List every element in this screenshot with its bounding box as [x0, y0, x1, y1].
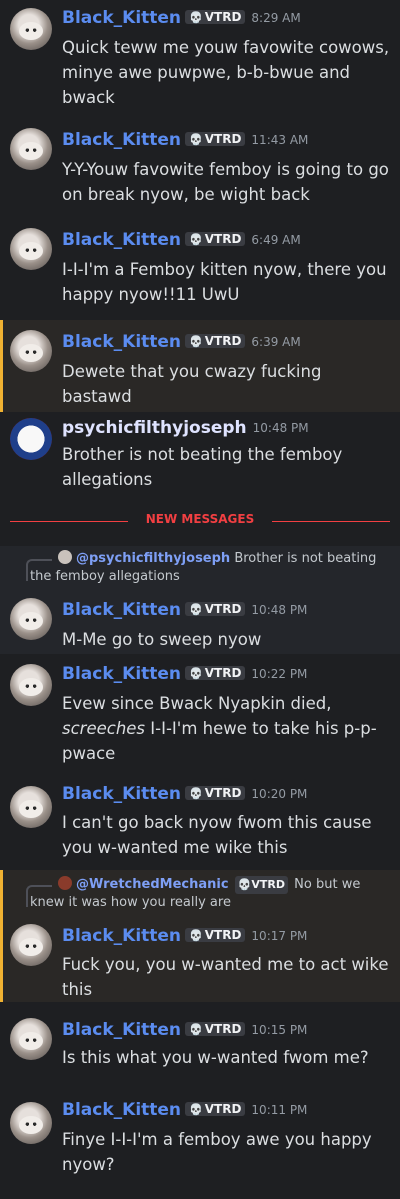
server-tag[interactable]: 💀 VTRD — [185, 602, 246, 616]
server-tag[interactable]: 💀 VTRD — [185, 1102, 246, 1116]
message[interactable]: Black_Kitten 💀 VTRD 10:22 PM Evew since Bwa… — [0, 658, 400, 776]
skull-icon: 💀 — [189, 787, 203, 800]
message-header: Black_Kitten 💀 VTRD 10:15 PM — [62, 1020, 307, 1040]
message-content: I-I-I'm a Femboy kitten nyow, there you … — [62, 260, 387, 304]
message-header: Black_Kitten 💀 VTRD 10:17 PM — [62, 926, 307, 946]
message[interactable]: Black_Kitten 💀 VTRD 10:20 PM I can't go bac… — [0, 780, 400, 870]
skull-icon: 💀 — [189, 929, 203, 942]
message-content: I can't go back nyow fwom this cause you… — [62, 813, 372, 857]
timestamp: 10:15 PM — [251, 1023, 308, 1037]
timestamp: 6:39 AM — [251, 335, 301, 349]
timestamp: 8:29 AM — [251, 11, 301, 25]
message-content: Is this what you w-wanted fwom me? — [62, 1048, 369, 1067]
server-tag[interactable]: 💀 VTRD — [185, 334, 246, 348]
timestamp: 10:11 PM — [251, 1103, 308, 1117]
reply-mention[interactable]: @WretchedMechanic — [76, 877, 229, 892]
message-content: Finye I-I-I'm a femboy awe you happy nyo… — [62, 1130, 372, 1174]
skull-icon: 💀 — [189, 233, 203, 246]
reply-spine — [26, 885, 52, 907]
message[interactable]: Black_Kitten 💀 VTRD 10:11 PM Finye I-I-I'm … — [0, 1092, 400, 1199]
timestamp: 10:48 PM — [252, 421, 309, 435]
message-highlighted[interactable]: @WretchedMechanic 💀VTRD No but we knew i… — [0, 870, 400, 1002]
author-name[interactable]: Black_Kitten — [62, 664, 181, 684]
author-name[interactable]: Black_Kitten — [62, 926, 181, 946]
timestamp: 10:48 PM — [251, 603, 308, 617]
server-tag[interactable]: 💀 VTRD — [185, 928, 246, 942]
message[interactable]: Black_Kitten 💀 VTRD 8:29 AM Quick teww me y… — [0, 0, 400, 112]
server-tag[interactable]: 💀 VTRD — [185, 10, 246, 24]
avatar[interactable] — [10, 664, 52, 706]
author-name[interactable]: Black_Kitten — [62, 230, 181, 250]
avatar[interactable] — [10, 598, 52, 640]
skull-icon: 💀 — [189, 1103, 203, 1116]
skull-icon: 💀 — [189, 1023, 203, 1036]
skull-icon: 💀 — [189, 667, 203, 680]
reply-avatar — [58, 876, 72, 890]
message-content: Dewete that you cwazy fucking bastawd — [62, 362, 322, 406]
timestamp: 10:20 PM — [251, 787, 308, 801]
avatar[interactable] — [10, 330, 52, 372]
message-header: Black_Kitten 💀 VTRD 10:48 PM — [62, 600, 307, 620]
message-header: Black_Kitten 💀 VTRD 10:11 PM — [62, 1100, 307, 1120]
server-tag[interactable]: 💀 VTRD — [185, 132, 246, 146]
new-messages-divider: NEW MESSAGES — [10, 512, 390, 528]
reply-mention[interactable]: @psychicfilthyjoseph — [76, 551, 230, 566]
message-content: Fuck you, you w-wanted me to act wike th… — [62, 955, 389, 999]
message[interactable]: Black_Kitten 💀 VTRD 11:43 AM Y-Y-Youw favow… — [0, 122, 400, 214]
message-header: psychicfilthyjoseph 10:48 PM — [62, 418, 309, 438]
author-name[interactable]: Black_Kitten — [62, 600, 181, 620]
message[interactable]: Black_Kitten 💀 VTRD 6:49 AM I-I-I'm a Fembo… — [0, 222, 400, 314]
divider-label: NEW MESSAGES — [145, 512, 255, 526]
avatar[interactable] — [10, 924, 52, 966]
message[interactable]: psychicfilthyjoseph 10:48 PM Brother is n… — [0, 412, 400, 508]
author-name[interactable]: Black_Kitten — [62, 332, 181, 352]
avatar[interactable] — [10, 1018, 52, 1060]
server-tag[interactable]: 💀 VTRD — [185, 1022, 246, 1036]
message-header: Black_Kitten 💀 VTRD 10:20 PM — [62, 784, 307, 804]
avatar[interactable] — [10, 228, 52, 270]
message-header: Black_Kitten 💀 VTRD 8:29 AM — [62, 8, 301, 28]
skull-icon: 💀 — [189, 603, 203, 616]
reply-reference[interactable]: @psychicfilthyjoseph Brother is not beat… — [26, 550, 390, 586]
author-name[interactable]: Black_Kitten — [62, 8, 181, 28]
skull-icon: 💀 — [189, 11, 203, 24]
message-content: Brother is not beating the femboy allega… — [62, 445, 343, 489]
author-name[interactable]: Black_Kitten — [62, 1100, 181, 1120]
timestamp: 11:43 AM — [251, 133, 309, 147]
timestamp: 10:17 PM — [251, 929, 308, 943]
skull-icon: 💀 — [189, 335, 203, 348]
message-header: Black_Kitten 💀 VTRD 6:39 AM — [62, 332, 301, 352]
message-content: Y-Y-Youw favowite femboy is going to go … — [62, 160, 389, 204]
message-content: Quick teww me youw favowite cowows, miny… — [62, 38, 390, 107]
message-highlighted[interactable]: Black_Kitten 💀 VTRD 6:39 AM Dewete that you… — [0, 320, 400, 412]
message[interactable]: Black_Kitten 💀 VTRD 10:15 PM Is this what y… — [0, 1012, 400, 1092]
message-header: Black_Kitten 💀 VTRD 11:43 AM — [62, 130, 308, 150]
server-tag[interactable]: 💀 VTRD — [185, 232, 246, 246]
avatar[interactable] — [10, 418, 52, 460]
reply-avatar — [58, 550, 72, 564]
author-name[interactable]: Black_Kitten — [62, 130, 181, 150]
avatar[interactable] — [10, 786, 52, 828]
author-name[interactable]: psychicfilthyjoseph — [62, 418, 247, 438]
message-content: M-Me go to sweep nyow — [62, 630, 262, 649]
server-tag[interactable]: 💀 VTRD — [185, 666, 246, 680]
timestamp: 10:22 PM — [251, 667, 308, 681]
avatar[interactable] — [10, 1102, 52, 1144]
reply-server-tag[interactable]: 💀VTRD — [234, 876, 289, 894]
message-header: Black_Kitten 💀 VTRD 10:22 PM — [62, 664, 307, 684]
server-tag[interactable]: 💀 VTRD — [185, 786, 246, 800]
message-header: Black_Kitten 💀 VTRD 6:49 AM — [62, 230, 301, 250]
message-content: Evew since Bwack Nyapkin died, screeches… — [62, 694, 377, 763]
avatar[interactable] — [10, 128, 52, 170]
reply-reference[interactable]: @WretchedMechanic 💀VTRD No but we knew i… — [26, 876, 390, 912]
skull-icon: 💀 — [237, 878, 252, 891]
message[interactable]: @psychicfilthyjoseph Brother is not beat… — [0, 546, 400, 654]
skull-icon: 💀 — [189, 133, 203, 146]
reply-spine — [26, 559, 52, 581]
author-name[interactable]: Black_Kitten — [62, 1020, 181, 1040]
timestamp: 6:49 AM — [251, 233, 301, 247]
avatar[interactable] — [10, 8, 52, 50]
author-name[interactable]: Black_Kitten — [62, 784, 181, 804]
